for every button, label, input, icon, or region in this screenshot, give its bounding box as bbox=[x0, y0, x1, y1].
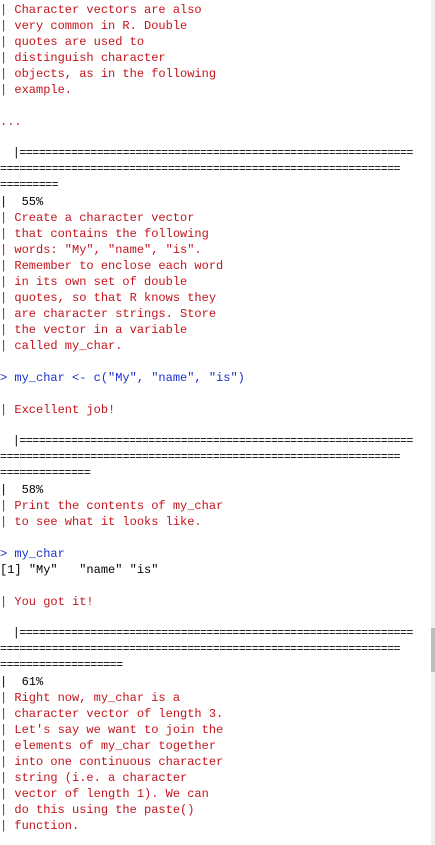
progress-percent: | 55% bbox=[0, 195, 44, 209]
command-text: my_char <- c("My", "name", "is") bbox=[14, 371, 245, 385]
prompt-symbol: > bbox=[0, 371, 8, 385]
message-line: | to see what it looks like. bbox=[0, 515, 202, 529]
message-line: | Right now, my_char is a bbox=[0, 691, 181, 705]
output-line: [1] "My" "name" "is" bbox=[0, 562, 158, 578]
vertical-scrollbar[interactable] bbox=[431, 0, 435, 845]
message-line: | character vector of length 3. bbox=[0, 707, 224, 721]
message-line: | Character vectors are also bbox=[0, 3, 202, 17]
message-line: | elements of my_char together bbox=[0, 739, 217, 753]
message-line: | words: "My", "name", "is". bbox=[0, 243, 202, 257]
message-line: | Let's say we want to join the bbox=[0, 723, 224, 737]
message-line: | that contains the following bbox=[0, 227, 209, 241]
progress-bar-line: ========= bbox=[0, 179, 59, 192]
message-line: | example. bbox=[0, 83, 73, 97]
progress-percent: | 58% bbox=[0, 483, 44, 497]
message-line: | function. bbox=[0, 819, 80, 833]
message-line: | in its own set of double bbox=[0, 275, 188, 289]
message-line: | quotes are used to bbox=[0, 35, 145, 49]
command-text: my_char bbox=[14, 547, 65, 561]
progress-bar-line: ========================================… bbox=[0, 643, 400, 656]
message-line: | distinguish character bbox=[0, 51, 166, 65]
message-line: | Remember to enclose each word bbox=[0, 259, 224, 273]
message-line: | into one continuous character bbox=[0, 755, 224, 769]
r-console[interactable]: | Character vectors are also | very comm… bbox=[0, 0, 432, 845]
progress-bar-line: |=======================================… bbox=[0, 435, 413, 448]
message-line: | called my_char. bbox=[0, 339, 123, 353]
progress-bar-line: ========================================… bbox=[0, 163, 400, 176]
progress-bar-line: |=======================================… bbox=[0, 147, 413, 160]
message-line: | are character strings. Store bbox=[0, 307, 217, 321]
progress-bar-line: ============== bbox=[0, 467, 91, 480]
message-line: | do this using the paste() bbox=[0, 803, 195, 817]
message-line: | objects, as in the following bbox=[0, 67, 217, 81]
progress-bar-line: |=======================================… bbox=[0, 627, 413, 640]
command-line[interactable]: > my_char bbox=[0, 546, 65, 562]
command-line[interactable]: > my_char <- c("My", "name", "is") bbox=[0, 370, 245, 386]
progress-bar-line: =================== bbox=[0, 659, 123, 672]
progress-percent: | 61% bbox=[0, 675, 44, 689]
message-line: | string (i.e. a character bbox=[0, 771, 188, 785]
message-line: | very common in R. Double bbox=[0, 19, 188, 33]
message-line: | vector of length 1). We can bbox=[0, 787, 209, 801]
feedback-line: | You got it! bbox=[0, 595, 94, 609]
prompt-symbol: > bbox=[0, 547, 8, 561]
continue-ellipsis: ... bbox=[0, 115, 22, 129]
output-text: "My" "name" "is" bbox=[28, 563, 159, 577]
message-line: | quotes, so that R knows they bbox=[0, 291, 217, 305]
message-line: | Create a character vector bbox=[0, 211, 195, 225]
feedback-line: | Excellent job! bbox=[0, 403, 116, 417]
output-index: [1] bbox=[0, 563, 22, 577]
message-line: | Print the contents of my_char bbox=[0, 499, 224, 513]
scrollbar-thumb[interactable] bbox=[431, 628, 435, 672]
progress-bar-line: ========================================… bbox=[0, 451, 400, 464]
message-line: | the vector in a variable bbox=[0, 323, 188, 337]
